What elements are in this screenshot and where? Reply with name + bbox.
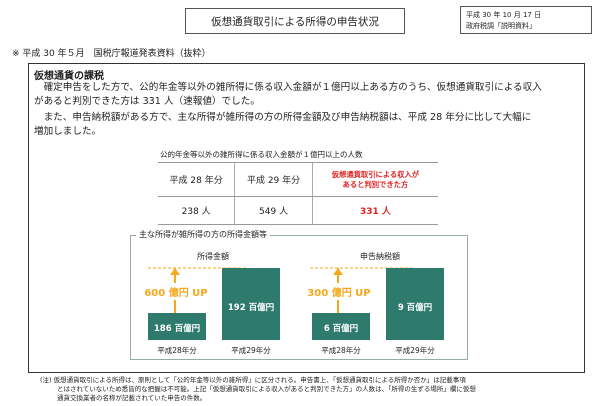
footnote-line-2: とはされていないため悉皆的な把握は不可能。上記「仮想通貨取引による収入があると判… [57, 385, 476, 393]
bar-charts-svg: 所得金額 600 億円 UP 186 百億円 192 百億円 平成28年分 平成… [144, 251, 444, 355]
right-chart-bar-h29-label: 9 百億円 [398, 302, 432, 313]
right-chart-increase-label: 300 億円 UP [307, 286, 370, 299]
left-chart-x-label-h28: 平成28年分 [157, 345, 197, 355]
right-chart-x-label-h29: 平成29年分 [395, 345, 435, 355]
right-chart-x-label-h28: 平成28年分 [321, 345, 361, 355]
left-chart-bar-h28-label: 186 百億円 [154, 323, 200, 334]
footnote-line-3: 通貨交換業者の名称が記載されていた申告の件数。 [57, 394, 207, 402]
right-chart-label: 申告納税額 [360, 251, 400, 261]
left-chart-increase-label: 600 億円 UP [144, 286, 207, 299]
right-chart-arrow-head [333, 268, 343, 275]
left-chart-label: 所得金額 [197, 251, 229, 261]
left-chart-x-label-h29: 平成29年分 [231, 345, 271, 355]
left-chart-bar-h29-label: 192 百億円 [228, 302, 274, 313]
left-chart-arrow-head [170, 268, 180, 275]
right-chart-bar-h28-label: 6 百億円 [324, 323, 358, 334]
footnote-line-1: (注) 仮想通貨取引による所得は、原則として「公的年金等以外の雑所得」に区分され… [40, 376, 466, 384]
